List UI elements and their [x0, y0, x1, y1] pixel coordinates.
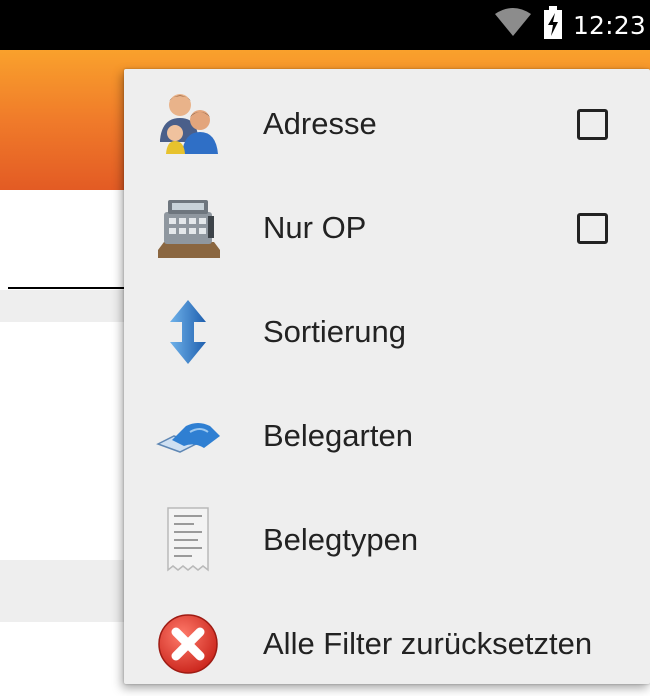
menu-item-label: Nur OP: [263, 210, 367, 245]
cash-register-icon: [154, 194, 222, 262]
menu-item-label: Belegarten: [263, 418, 413, 453]
status-time: 12:23: [572, 10, 646, 40]
battery-charging-icon: [543, 5, 563, 45]
menu-item-nur-op[interactable]: Nur OP: [124, 176, 650, 280]
menu-item-label: Belegtypen: [263, 522, 419, 557]
menu-item-sortierung[interactable]: Sortierung: [124, 280, 650, 384]
wifi-icon: [493, 7, 533, 43]
menu-item-adresse[interactable]: Adresse: [124, 72, 650, 176]
menu-item-label: Alle Filter zurücksetzten: [263, 626, 593, 661]
receipt-icon: [154, 506, 222, 574]
status-bar: 12:23: [0, 0, 650, 50]
reset-cross-icon: [154, 610, 222, 678]
sort-arrows-icon: [154, 298, 222, 366]
overflow-menu: Adresse Nur OP Sortierung Belegarten Bel…: [124, 69, 650, 684]
people-icon: [154, 90, 222, 158]
menu-item-label: Adresse: [263, 106, 377, 141]
menu-item-reset-filters[interactable]: Alle Filter zurücksetzten: [124, 592, 650, 696]
adresse-checkbox[interactable]: [577, 109, 608, 140]
document-types-icon: [154, 402, 222, 470]
menu-item-label: Sortierung: [263, 314, 407, 349]
status-icons: 12:23: [493, 5, 646, 45]
menu-item-belegtypen[interactable]: Belegtypen: [124, 488, 650, 592]
menu-item-belegarten[interactable]: Belegarten: [124, 384, 650, 488]
nur-op-checkbox[interactable]: [577, 213, 608, 244]
